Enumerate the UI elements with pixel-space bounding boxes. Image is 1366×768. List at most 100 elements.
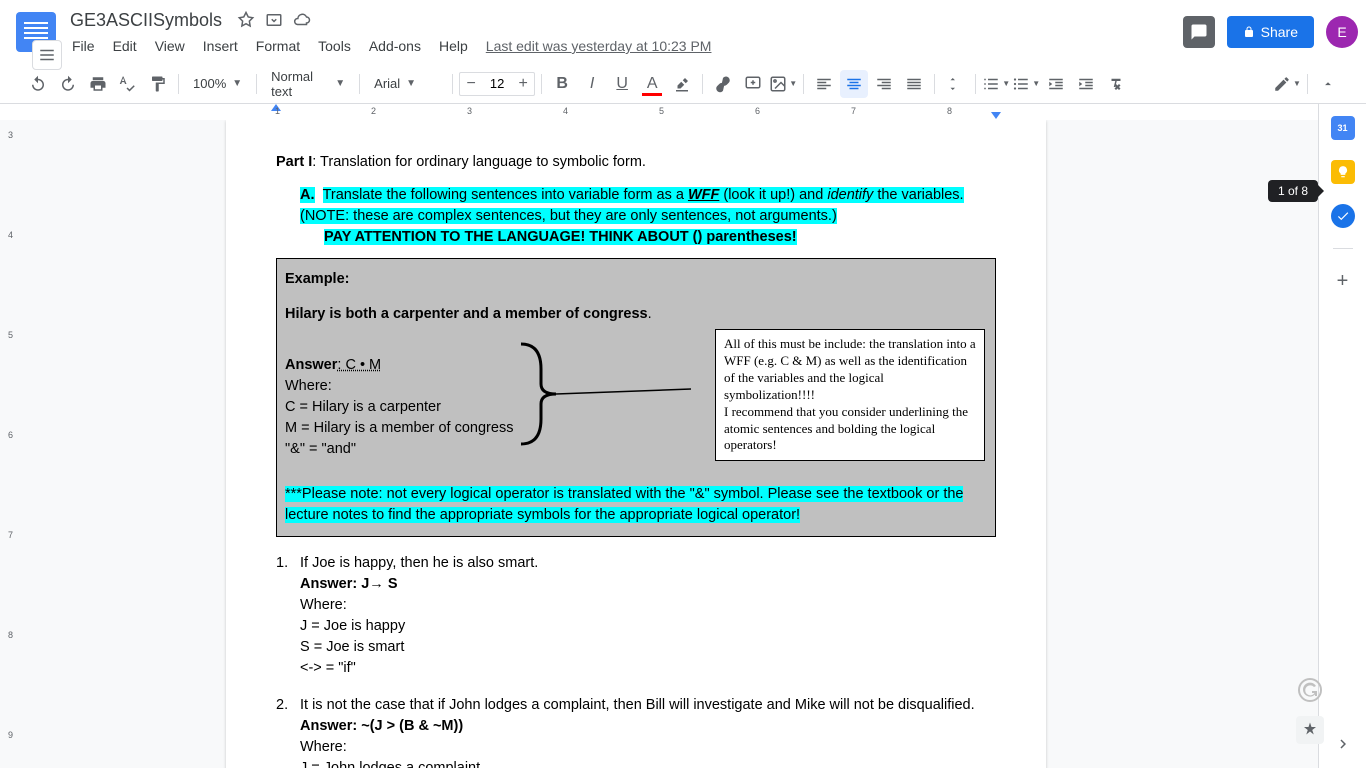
bulleted-list-button[interactable]: ▼ [1012,70,1040,98]
callout-box: All of this must be include: the transla… [715,329,985,461]
font-select[interactable]: Arial▼ [366,72,446,95]
spellcheck-button[interactable] [114,70,142,98]
separator [934,74,935,94]
insert-link-button[interactable] [709,70,737,98]
question-number: 1. [276,553,300,679]
add-comment-button[interactable] [739,70,767,98]
cloud-icon[interactable] [292,10,312,30]
share-label: Share [1261,24,1298,40]
note-text: ***Please note: not every logical operat… [285,484,987,526]
menu-addons[interactable]: Add-ons [361,36,429,56]
menu-bar: File Edit View Insert Format Tools Add-o… [64,34,1183,58]
menu-help[interactable]: Help [431,36,476,56]
separator [1333,248,1353,249]
header-right: Share E [1183,16,1358,48]
page-counter-tooltip: 1 of 8 [1268,180,1318,202]
separator [359,74,360,94]
example-box: Example: Hilary is both a carpenter and … [276,258,996,537]
align-center-button[interactable] [840,70,868,98]
menu-edit[interactable]: Edit [105,36,145,56]
bold-button[interactable]: B [548,70,576,98]
example-label: Example: [285,269,987,290]
menu-view[interactable]: View [147,36,193,56]
tasks-addon-icon[interactable] [1331,204,1355,228]
clear-formatting-button[interactable] [1102,70,1130,98]
font-size-control: − 12 + [459,72,535,96]
align-left-button[interactable] [810,70,838,98]
question-2: 2. It is not the case that if John lodge… [276,695,996,768]
separator [803,74,804,94]
align-justify-button[interactable] [900,70,928,98]
hide-sidebar-button[interactable] [1331,732,1355,756]
italic-button[interactable]: I [578,70,606,98]
document-title[interactable]: GE3ASCIISymbols [64,8,228,33]
print-button[interactable] [84,70,112,98]
share-button[interactable]: Share [1227,16,1314,48]
horizontal-ruler[interactable]: 12345678 [225,104,1045,120]
increase-indent-button[interactable] [1072,70,1100,98]
menu-file[interactable]: File [64,36,103,56]
separator [975,74,976,94]
star-icon[interactable] [236,10,256,30]
redo-button[interactable] [54,70,82,98]
separator [702,74,703,94]
insert-image-button[interactable]: ▼ [769,70,797,98]
menu-format[interactable]: Format [248,36,308,56]
align-right-button[interactable] [870,70,898,98]
header: GE3ASCIISymbols File Edit View Insert Fo… [0,0,1366,64]
separator [178,74,179,94]
question-body: If Joe is happy, then he is also smart. … [300,553,996,679]
document-canvas[interactable]: 1 of 8 Part I: Translation for ordinary … [26,120,1366,768]
comments-button[interactable] [1183,16,1215,48]
underline-button[interactable]: U [608,70,636,98]
add-addon-button[interactable]: + [1331,269,1355,293]
question-1: 1. If Joe is happy, then he is also smar… [276,553,996,679]
dropdown-arrow-icon: ▼ [232,78,242,89]
calendar-addon-icon[interactable]: 31 [1331,116,1355,140]
document-content[interactable]: Part I: Translation for ordinary languag… [276,152,996,768]
separator [256,74,257,94]
main-area: 3 4 5 6 7 8 9 1 of 8 Part I: Translation… [0,120,1366,768]
question-number: 2. [276,695,300,768]
explore-button[interactable] [1296,716,1324,744]
right-sidebar: 31 + [1318,104,1366,768]
grammarly-icon[interactable] [1296,676,1324,704]
lock-icon [1243,26,1255,38]
menu-insert[interactable]: Insert [195,36,246,56]
separator [452,74,453,94]
zoom-select[interactable]: 100%▼ [185,72,250,95]
decrease-font-button[interactable]: − [460,73,482,95]
separator [541,74,542,94]
outline-toggle-button[interactable] [32,40,62,70]
highlight-button[interactable] [668,70,696,98]
document-page[interactable]: Part I: Translation for ordinary languag… [226,120,1046,768]
part-heading: Part I: Translation for ordinary languag… [276,152,996,173]
account-avatar[interactable]: E [1326,16,1358,48]
numbered-list-button[interactable]: ▼ [982,70,1010,98]
text-color-button[interactable]: A [638,70,666,98]
title-area: GE3ASCIISymbols File Edit View Insert Fo… [64,6,1183,58]
bracket-icon [511,339,711,449]
separator [1307,74,1308,94]
undo-button[interactable] [24,70,52,98]
increase-font-button[interactable]: + [512,73,534,95]
decrease-indent-button[interactable] [1042,70,1070,98]
paint-format-button[interactable] [144,70,172,98]
line-spacing-button[interactable] [941,70,969,98]
menu-tools[interactable]: Tools [310,36,359,56]
dropdown-arrow-icon: ▼ [335,78,345,89]
title-row: GE3ASCIISymbols [64,6,1183,34]
example-sentence: Hilary is both a carpenter and a member … [285,304,987,325]
bottom-icons [1296,676,1324,744]
keep-addon-icon[interactable] [1331,160,1355,184]
editing-mode-button[interactable]: ▼ [1273,70,1301,98]
vertical-ruler[interactable]: 3 4 5 6 7 8 9 [0,120,26,768]
last-edit-link[interactable]: Last edit was yesterday at 10:23 PM [478,36,720,56]
move-icon[interactable] [264,10,284,30]
collapse-toolbar-button[interactable] [1314,70,1342,98]
style-select[interactable]: Normal text▼ [263,65,353,103]
question-body: It is not the case that if John lodges a… [300,695,996,768]
font-size-value[interactable]: 12 [482,76,512,91]
section-a: A. Translate the following sentences int… [300,185,996,248]
dropdown-arrow-icon: ▼ [406,78,416,89]
